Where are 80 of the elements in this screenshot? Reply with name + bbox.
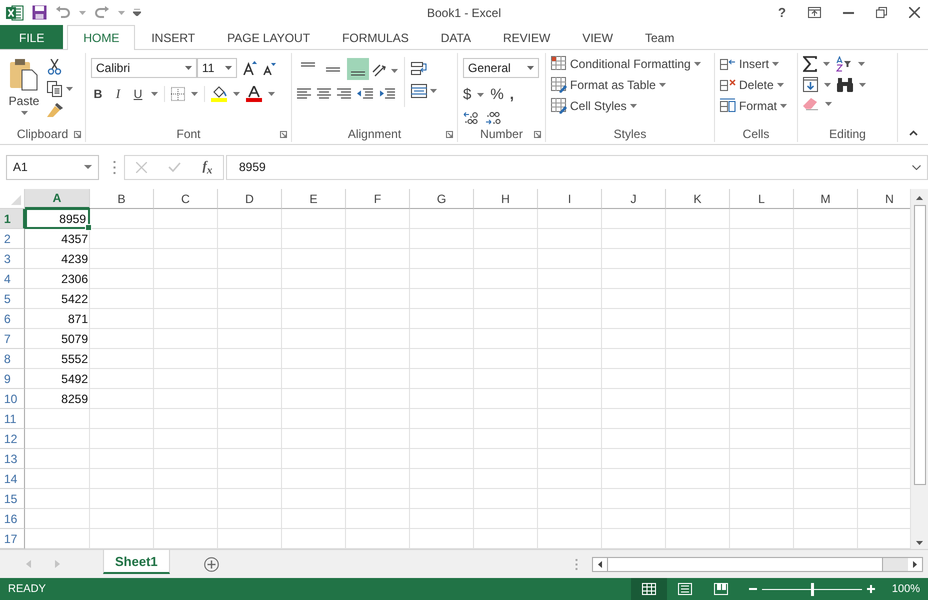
table-cell: 2306 bbox=[61, 272, 88, 286]
column-header[interactable]: M bbox=[794, 189, 858, 209]
table-cell: 4357 bbox=[61, 232, 88, 246]
ribbon-tab[interactable]: VIEW bbox=[566, 25, 629, 49]
name-box[interactable]: A1 bbox=[6, 154, 99, 180]
ribbon-tab[interactable]: FORMULAS bbox=[326, 25, 425, 49]
group-label: Editing bbox=[829, 126, 866, 140]
help-button[interactable]: ? bbox=[778, 5, 786, 20]
row-header[interactable]: 16 bbox=[0, 509, 25, 529]
column-header[interactable]: A bbox=[25, 189, 90, 209]
zoom-level[interactable]: 100% bbox=[892, 583, 920, 595]
column-header[interactable]: J bbox=[602, 189, 666, 209]
insert-function-button[interactable]: f$_{x}$ bbox=[202, 158, 212, 176]
window-title: Book1 - Excel bbox=[426, 6, 502, 20]
group-label: Number bbox=[480, 126, 523, 140]
table-cell: 8259 bbox=[61, 392, 88, 406]
cells-menu-button[interactable]: Format bbox=[739, 99, 778, 113]
row-header[interactable]: 4 bbox=[0, 269, 25, 289]
ribbon-tab[interactable]: PAGE LAYOUT bbox=[211, 25, 326, 49]
cells-menu-button[interactable]: Delete bbox=[739, 78, 774, 92]
column-header[interactable]: D bbox=[218, 189, 282, 209]
group-label: Cells bbox=[742, 126, 770, 140]
styles-menu-button[interactable]: Format as Table bbox=[570, 78, 656, 92]
table-cell: 871 bbox=[68, 312, 88, 326]
group-label: Styles bbox=[614, 126, 646, 140]
table-cell: 4239 bbox=[61, 252, 88, 266]
currency-button[interactable]: $ bbox=[463, 86, 472, 103]
row-header[interactable]: 17 bbox=[0, 529, 25, 549]
row-header[interactable]: 15 bbox=[0, 489, 25, 509]
row-header[interactable]: 13 bbox=[0, 449, 25, 469]
row-header[interactable]: 7 bbox=[0, 329, 25, 349]
column-header[interactable]: H bbox=[474, 189, 538, 209]
column-header[interactable]: L bbox=[730, 189, 794, 209]
row-header[interactable]: 1 bbox=[0, 209, 25, 229]
group-label: Font bbox=[176, 126, 200, 140]
styles-menu-button[interactable]: Cell Styles bbox=[570, 99, 627, 113]
font-name-select[interactable]: Calibri bbox=[91, 58, 197, 78]
ribbon-tab[interactable]: INSERT bbox=[135, 25, 212, 49]
column-header[interactable]: E bbox=[282, 189, 346, 209]
ribbon-tab[interactable]: HOME bbox=[67, 25, 136, 50]
percent-button[interactable]: % bbox=[490, 86, 504, 103]
table-cell: 8959 bbox=[59, 212, 86, 226]
row-header[interactable]: 8 bbox=[0, 349, 25, 369]
cells-menu-button[interactable]: Insert bbox=[739, 57, 770, 71]
row-header[interactable]: 5 bbox=[0, 289, 25, 309]
ribbon-tab[interactable]: REVIEW bbox=[486, 25, 566, 49]
ribbon-tab[interactable]: DATA bbox=[424, 25, 487, 49]
row-header[interactable]: 9 bbox=[0, 369, 25, 389]
comma-button[interactable]: , bbox=[510, 86, 514, 103]
column-header[interactable]: I bbox=[538, 189, 602, 209]
font-size-select[interactable]: 11 bbox=[197, 58, 237, 78]
styles-menu-button[interactable]: Conditional Formatting bbox=[570, 57, 691, 71]
row-header[interactable]: 2 bbox=[0, 229, 25, 249]
row-header[interactable]: 10 bbox=[0, 389, 25, 409]
column-header[interactable]: G bbox=[410, 189, 474, 209]
status-text: READY bbox=[8, 583, 46, 595]
column-header[interactable]: B bbox=[90, 189, 154, 209]
row-header[interactable]: 11 bbox=[0, 409, 25, 429]
font-style-button[interactable]: I bbox=[111, 86, 125, 102]
number-format-select[interactable]: General bbox=[463, 58, 539, 78]
paste-button[interactable]: Paste bbox=[5, 57, 43, 115]
row-header[interactable]: 14 bbox=[0, 469, 25, 489]
ribbon-tab[interactable]: FILE bbox=[0, 25, 64, 49]
row-header[interactable]: 3 bbox=[0, 249, 25, 269]
table-cell: 5552 bbox=[61, 352, 88, 366]
column-header[interactable]: C bbox=[154, 189, 218, 209]
font-style-button[interactable]: B bbox=[91, 87, 105, 101]
ribbon-tab[interactable]: Team bbox=[629, 25, 690, 49]
sheet-tab[interactable]: Sheet1 bbox=[103, 550, 170, 574]
font-style-button[interactable]: U bbox=[131, 87, 145, 101]
formula-input[interactable]: 8959 bbox=[226, 154, 928, 180]
column-header[interactable]: F bbox=[346, 189, 410, 209]
row-header[interactable]: 6 bbox=[0, 309, 25, 329]
table-cell: 5422 bbox=[61, 292, 88, 306]
row-header[interactable]: 12 bbox=[0, 429, 25, 449]
group-label: Clipboard bbox=[16, 126, 68, 140]
table-cell: 5079 bbox=[61, 332, 88, 346]
group-label: Alignment bbox=[348, 126, 402, 140]
table-cell: 5492 bbox=[61, 372, 88, 386]
column-header[interactable]: K bbox=[666, 189, 730, 209]
